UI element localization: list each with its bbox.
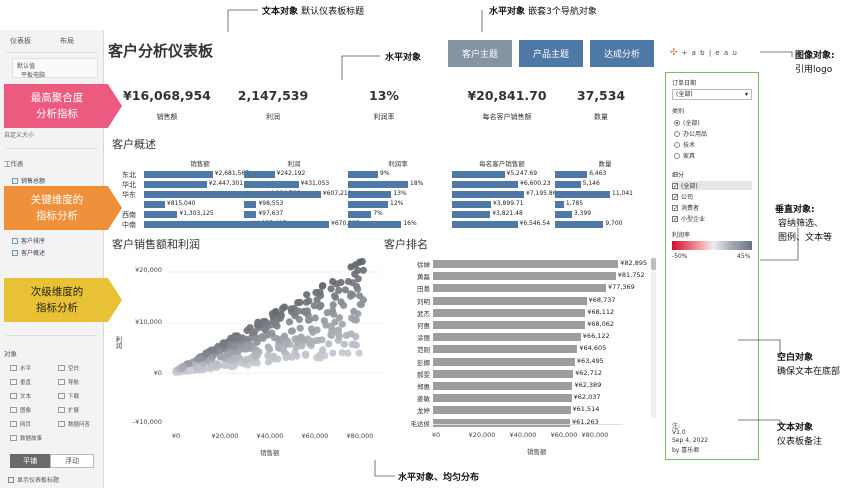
annotation-horizontal-bottom: 水平对象、均匀分布 bbox=[398, 473, 480, 483]
annotation-vertical-desc: 图例、文本等 bbox=[778, 233, 833, 243]
annotation-vertical-desc: 容纳筛选、 bbox=[778, 219, 824, 229]
annotation-blank-object: 空白对象 bbox=[777, 353, 814, 363]
annotation-image-desc: 引用logo bbox=[795, 65, 833, 75]
annotation-image-object: 图像对象: bbox=[795, 51, 835, 61]
annotation-blank-desc: 确保文本在底部 bbox=[777, 367, 841, 377]
annotation-horizontal-nav: 水平对象 嵌套3个导航对象 bbox=[489, 7, 597, 17]
annotation-horizontal-kpi: 水平对象 bbox=[385, 53, 422, 63]
annotation-text-note: 文本对象 bbox=[777, 423, 814, 433]
annotation-text-object: 文本对象 默认仪表板标题 bbox=[262, 7, 365, 17]
annotation-arrows bbox=[227, 9, 799, 477]
callout-kpi: 最高聚合度 分析指标 bbox=[4, 84, 122, 128]
annotation-vertical-object: 垂直对象: bbox=[775, 205, 815, 215]
annotation-text-note-desc: 仪表板备注 bbox=[777, 437, 823, 447]
callout-key-dimension: 关键维度的 指标分析 bbox=[4, 186, 122, 230]
callout-secondary-dimension: 次级维度的 指标分析 bbox=[4, 278, 122, 322]
